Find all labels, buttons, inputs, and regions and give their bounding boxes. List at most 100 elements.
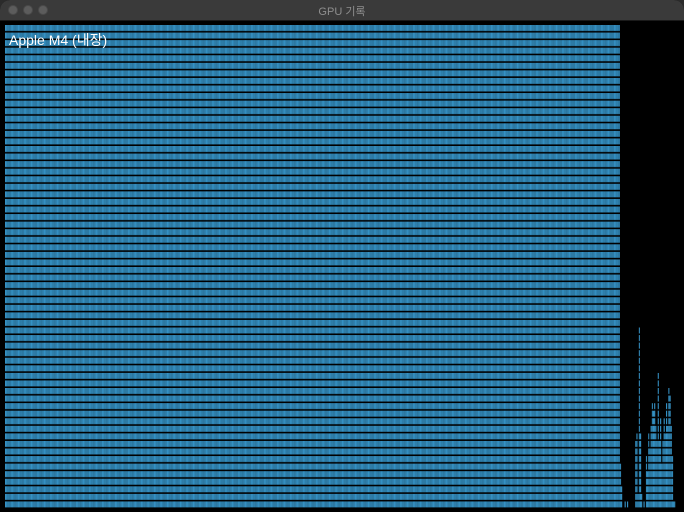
gpu-usage-bar — [645, 456, 648, 509]
gpu-usage-bar — [333, 25, 335, 509]
gpu-usage-bar — [512, 25, 514, 509]
gpu-usage-bar — [435, 25, 437, 509]
gpu-usage-bar — [214, 25, 216, 509]
gpu-usage-bar — [228, 25, 230, 509]
gpu-usage-bar — [656, 440, 658, 509]
gpu-usage-bar — [665, 403, 668, 509]
gpu-usage-bar — [80, 25, 82, 509]
gpu-name-label: Apple M4 (내장) — [9, 32, 108, 48]
gpu-usage-bar — [127, 25, 130, 509]
gpu-usage-bar — [67, 25, 69, 509]
gpu-usage-bar — [611, 25, 613, 509]
gpu-usage-bar — [79, 25, 81, 509]
gpu-usage-bar — [318, 25, 320, 509]
gpu-usage-bar — [624, 501, 626, 509]
gpu-usage-bar — [357, 25, 359, 509]
gpu-usage-bar — [125, 25, 127, 509]
gpu-usage-bar — [124, 25, 126, 509]
gpu-usage-bar — [213, 25, 215, 509]
gpu-usage-bar — [196, 25, 198, 509]
gpu-usage-bar — [470, 25, 473, 509]
gpu-usage-bar — [320, 25, 322, 509]
gpu-usage-bar — [438, 25, 441, 509]
gpu-usage-bar — [72, 25, 74, 509]
gpu-usage-bar — [608, 25, 610, 509]
gpu-usage-bar — [167, 25, 169, 509]
gpu-usage-bar — [404, 25, 406, 509]
gpu-usage-bar — [245, 25, 247, 509]
gpu-usage-bar — [519, 25, 521, 509]
gpu-usage-bar — [324, 25, 326, 509]
gpu-usage-bar — [171, 25, 173, 509]
gpu-usage-bar — [544, 25, 546, 509]
gpu-usage-bar — [47, 25, 49, 509]
gpu-usage-bar — [252, 25, 254, 509]
gpu-usage-bar — [604, 25, 606, 509]
gpu-usage-bar — [670, 425, 672, 509]
gpu-usage-bar — [139, 25, 141, 509]
gpu-usage-bar — [362, 25, 364, 509]
gpu-usage-bar — [528, 25, 531, 509]
gpu-usage-bar — [669, 395, 671, 509]
gpu-usage-bar — [522, 25, 525, 509]
gpu-usage-bar — [52, 25, 54, 509]
gpu-usage-bar — [461, 25, 463, 509]
gpu-usage-bar — [477, 25, 480, 509]
gpu-usage-bar — [430, 25, 432, 509]
gpu-usage-bar — [269, 25, 272, 509]
gpu-usage-bar — [337, 25, 339, 509]
gpu-usage-bar — [673, 501, 675, 509]
gpu-usage-bar — [550, 25, 552, 509]
gpu-usage-bar — [436, 25, 438, 509]
gpu-usage-bar — [450, 25, 452, 509]
gpu-usage-bar — [211, 25, 214, 509]
gpu-usage-bar — [671, 456, 674, 509]
gpu-usage-bar — [258, 25, 260, 509]
gpu-usage-bar — [326, 25, 328, 509]
gpu-usage-bar — [70, 25, 72, 509]
gpu-usage-bar — [31, 25, 33, 509]
gpu-usage-bar — [635, 440, 637, 509]
gpu-usage-bar — [36, 25, 39, 509]
gpu-usage-bar — [256, 25, 259, 509]
gpu-usage-bar — [561, 25, 564, 509]
gpu-usage-bar — [254, 25, 256, 509]
gpu-usage-bar — [457, 25, 460, 509]
gpu-usage-bar — [281, 25, 283, 509]
gpu-usage-bar — [113, 25, 115, 509]
gpu-usage-bar — [129, 25, 131, 509]
gpu-usage-bar — [490, 25, 493, 509]
title-bar[interactable]: GPU 기록 — [0, 0, 684, 21]
gpu-usage-bar — [202, 25, 204, 509]
gpu-usage-bar — [617, 25, 619, 509]
gpu-usage-bar — [546, 25, 548, 509]
gpu-usage-bar — [650, 425, 652, 509]
gpu-usage-bar — [191, 25, 194, 509]
gpu-usage-bar — [77, 25, 79, 509]
gpu-usage-bar — [266, 25, 268, 509]
gpu-usage-bar — [422, 25, 424, 509]
gpu-usage-bar — [78, 25, 80, 509]
gpu-usage-bar — [590, 25, 592, 509]
gpu-usage-bar — [485, 25, 487, 509]
gpu-usage-bar — [174, 25, 176, 509]
gpu-usage-bar — [469, 25, 471, 509]
gpu-usage-bar — [513, 25, 515, 509]
gpu-usage-bar — [172, 25, 175, 509]
gpu-usage-bar — [87, 25, 89, 509]
gpu-usage-bar — [541, 25, 544, 509]
gpu-usage-bar — [307, 25, 309, 509]
gpu-usage-bar — [157, 25, 159, 509]
gpu-usage-bar — [582, 25, 584, 509]
gpu-usage-bar — [662, 440, 664, 509]
gpu-usage-bar — [227, 25, 229, 509]
gpu-usage-bar — [110, 25, 112, 509]
gpu-usage-bar — [567, 25, 570, 509]
gpu-usage-bar — [554, 25, 557, 509]
gpu-usage-bar — [298, 25, 300, 509]
gpu-usage-bar — [155, 25, 157, 509]
gpu-usage-bar — [66, 25, 68, 509]
gpu-usage-bar — [234, 25, 236, 509]
gpu-usage-bar — [285, 25, 287, 509]
gpu-usage-bar — [446, 25, 448, 509]
